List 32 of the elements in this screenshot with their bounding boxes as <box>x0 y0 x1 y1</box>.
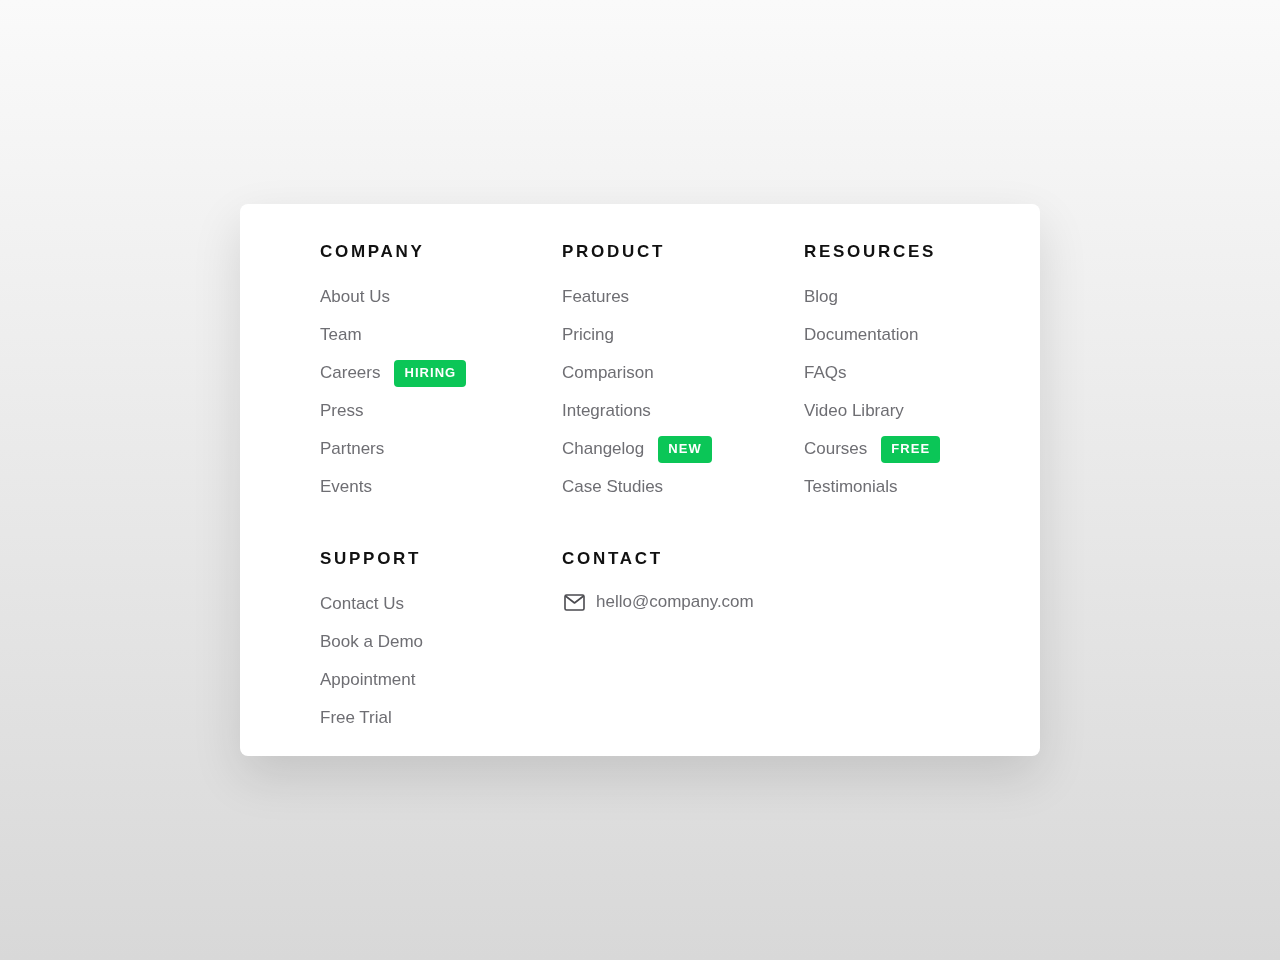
footer-link[interactable]: Courses <box>804 437 868 461</box>
footer-link[interactable]: FAQs <box>804 361 847 385</box>
footer-link[interactable]: Features <box>562 285 630 309</box>
footer-link[interactable]: Testimonials <box>804 475 898 499</box>
section-heading: CONTACT <box>562 548 664 570</box>
footer-link[interactable]: Careers <box>320 361 381 385</box>
footer-link[interactable]: Appointment <box>320 668 416 692</box>
footer-link[interactable]: Documentation <box>804 323 919 347</box>
footer-link[interactable]: Free Trial <box>320 706 392 730</box>
footer-link[interactable]: Pricing <box>562 323 614 347</box>
footer-link[interactable]: Video Library <box>804 399 904 423</box>
footer-link[interactable]: Contact Us <box>320 592 405 616</box>
footer-link[interactable]: Changelog <box>562 437 645 461</box>
footer-link[interactable]: Book a Demo <box>320 630 423 654</box>
footer-link[interactable]: Partners <box>320 437 385 461</box>
footer-link[interactable]: Integrations <box>562 399 651 423</box>
footer-link[interactable]: Case Studies <box>562 475 664 499</box>
section-heading: COMPANY <box>320 241 426 263</box>
footer-link[interactable]: Events <box>320 475 372 499</box>
footer-link[interactable]: Team <box>320 323 362 347</box>
footer-link[interactable]: Blog <box>804 285 839 309</box>
tag-badge: NEW <box>658 435 712 463</box>
section-heading: PRODUCT <box>562 241 667 263</box>
email-link[interactable]: hello@company.com <box>596 590 754 614</box>
section-heading: RESOURCES <box>804 241 938 263</box>
footer-link[interactable]: Press <box>320 399 364 423</box>
footer-link[interactable]: Comparison <box>562 361 654 385</box>
tag-badge: HIRING <box>394 359 467 387</box>
tag-badge: FREE <box>881 435 941 463</box>
section-heading: SUPPORT <box>320 548 423 570</box>
mail-icon <box>564 593 585 611</box>
footer-link[interactable]: About Us <box>320 285 390 309</box>
